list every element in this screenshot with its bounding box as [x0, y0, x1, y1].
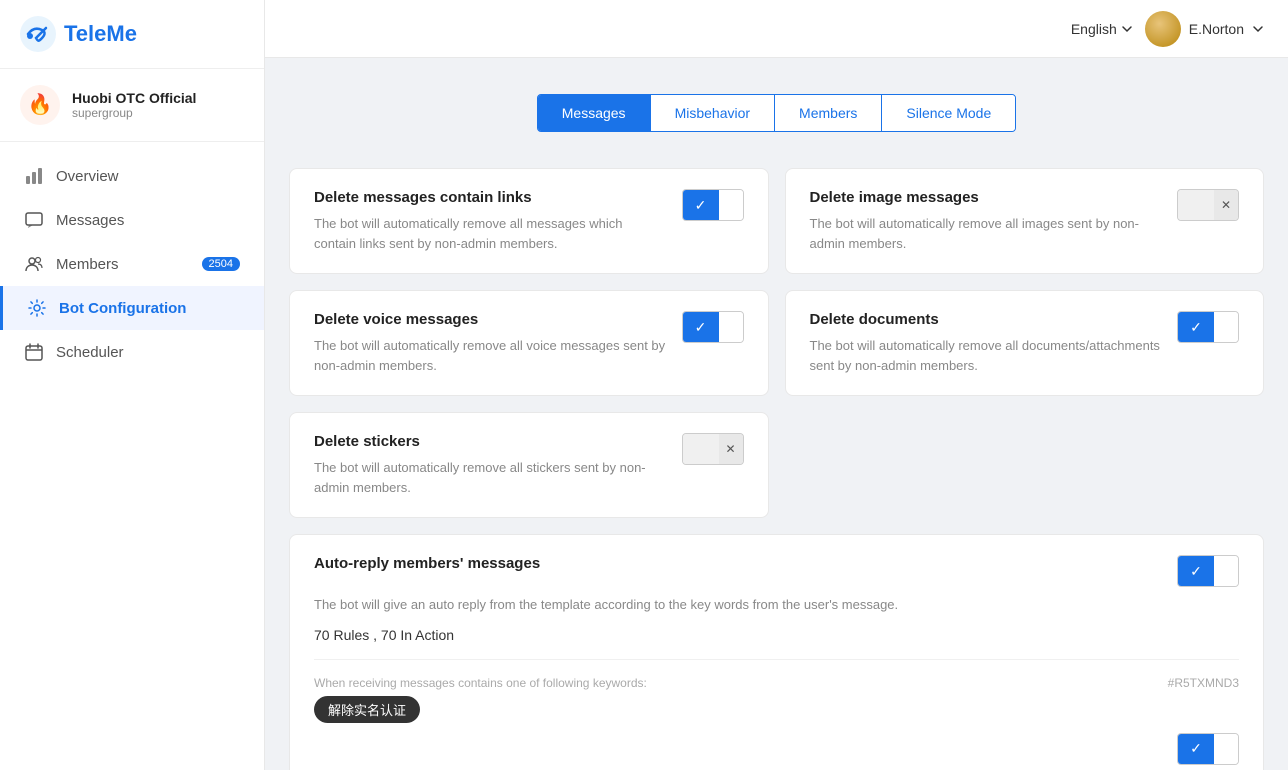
card-delete-documents-text: Delete documents The bot will automatica… [810, 311, 1162, 375]
cards-grid: Delete messages contain links The bot wi… [289, 168, 1264, 396]
toggle-x-icon[interactable]: ✕ [719, 433, 743, 465]
sidebar-item-members[interactable]: Members 2504 [0, 242, 264, 286]
logo-area: TeleMe [0, 0, 264, 69]
card-delete-voice: Delete voice messages The bot will autom… [289, 290, 769, 396]
group-icon: 🔥 [20, 85, 60, 125]
auto-reply-header: Auto-reply members' messages ✓ [314, 555, 1239, 587]
card-delete-images-text: Delete image messages The bot will autom… [810, 189, 1162, 253]
card-delete-voice-title: Delete voice messages [314, 311, 666, 328]
group-type: supergroup [72, 106, 196, 120]
card-delete-voice-desc: The bot will automatically remove all vo… [314, 336, 666, 375]
calendar-icon [24, 342, 44, 362]
toggle-delete-stickers[interactable]: ✕ [682, 433, 744, 465]
overview-label: Overview [56, 168, 119, 185]
toggle-x-icon[interactable] [719, 311, 743, 343]
toggle-delete-voice[interactable]: ✓ [682, 311, 744, 343]
toggle-check-icon[interactable]: ✓ [1178, 733, 1214, 765]
toggle-delete-links[interactable]: ✓ [682, 189, 744, 221]
rule-item: When receiving messages contains one of … [314, 659, 1239, 770]
group-info: 🔥 Huobi OTC Official supergroup [0, 69, 264, 142]
toggle-x-icon[interactable] [1214, 555, 1238, 587]
sidebar-item-bot-configuration[interactable]: Bot Configuration [0, 286, 264, 330]
chart-icon [24, 166, 44, 186]
language-label: English [1071, 21, 1117, 37]
card-delete-documents-title: Delete documents [810, 311, 1162, 328]
card-delete-voice-text: Delete voice messages The bot will autom… [314, 311, 666, 375]
toggle-check-icon[interactable]: ✓ [1178, 311, 1214, 343]
tab-messages[interactable]: Messages [538, 95, 651, 131]
card-delete-links-title: Delete messages contain links [314, 189, 666, 206]
gear-icon [27, 298, 47, 318]
auto-reply-desc: The bot will give an auto reply from the… [314, 595, 1239, 615]
group-details: Huobi OTC Official supergroup [72, 90, 196, 120]
auto-reply-title: Auto-reply members' messages [314, 555, 540, 572]
keyword-label: When receiving messages contains one of … [314, 676, 647, 690]
toggle-delete-documents[interactable]: ✓ [1177, 311, 1239, 343]
rule-toggle-row: ✓ [314, 733, 1239, 770]
card-delete-stickers-text: Delete stickers The bot will automatical… [314, 433, 666, 497]
members-label: Members [56, 256, 119, 273]
messages-label: Messages [56, 212, 124, 229]
card-delete-stickers: Delete stickers The bot will automatical… [289, 412, 769, 518]
toggle-check-icon[interactable] [1178, 189, 1214, 221]
tab-misbehavior[interactable]: Misbehavior [651, 95, 775, 131]
card-delete-images-title: Delete image messages [810, 189, 1162, 206]
sidebar-item-messages[interactable]: Messages [0, 198, 264, 242]
sidebar-item-overview[interactable]: Overview [0, 154, 264, 198]
card-delete-stickers-title: Delete stickers [314, 433, 666, 450]
auto-reply-title-area: Auto-reply members' messages [314, 555, 540, 572]
lang-chevron-down-icon [1121, 23, 1133, 35]
card-delete-links-desc: The bot will automatically remove all me… [314, 214, 666, 253]
card-auto-reply: Auto-reply members' messages ✓ The bot w… [289, 534, 1264, 770]
bot-config-label: Bot Configuration [59, 300, 186, 317]
card-delete-links: Delete messages contain links The bot wi… [289, 168, 769, 274]
toggle-delete-images[interactable]: ✕ [1177, 189, 1239, 221]
keyword-tag: 解除实名认证 [314, 696, 420, 723]
toggle-x-icon[interactable]: ✕ [1214, 189, 1238, 221]
avatar [1145, 11, 1181, 47]
group-name: Huobi OTC Official [72, 90, 196, 106]
content-area: Messages Misbehavior Members Silence Mod… [265, 58, 1288, 770]
rules-count: 70 Rules , 70 In Action [314, 627, 1239, 643]
rule-item-header: When receiving messages contains one of … [314, 676, 1239, 690]
toggle-rule[interactable]: ✓ [1177, 733, 1239, 765]
main-content: English E.Norton Messages [265, 0, 1288, 770]
tab-silence-mode[interactable]: Silence Mode [882, 95, 1015, 131]
tabs-container: Messages Misbehavior Members Silence Mod… [537, 94, 1016, 132]
toggle-x-icon[interactable] [1214, 311, 1238, 343]
user-chevron-down-icon [1252, 23, 1264, 35]
card-delete-stickers-desc: The bot will automatically remove all st… [314, 458, 666, 497]
nav-menu: Overview Messages [0, 142, 264, 770]
header-right: English E.Norton [1071, 11, 1264, 47]
people-icon [24, 254, 44, 274]
user-info[interactable]: E.Norton [1145, 11, 1264, 47]
card-delete-documents-desc: The bot will automatically remove all do… [810, 336, 1162, 375]
sidebar: TeleMe 🔥 Huobi OTC Official supergroup [0, 0, 265, 770]
tabs-wrapper: Messages Misbehavior Members Silence Mod… [289, 78, 1264, 168]
language-selector[interactable]: English [1071, 21, 1133, 37]
scheduler-label: Scheduler [56, 344, 124, 361]
tab-members[interactable]: Members [775, 95, 882, 131]
user-name: E.Norton [1189, 21, 1244, 37]
message-icon [24, 210, 44, 230]
rule-id: #R5TXMND3 [1168, 676, 1239, 690]
toggle-x-icon[interactable] [719, 189, 743, 221]
card-delete-documents: Delete documents The bot will automatica… [785, 290, 1265, 396]
card-delete-links-text: Delete messages contain links The bot wi… [314, 189, 666, 253]
card-delete-images: Delete image messages The bot will autom… [785, 168, 1265, 274]
toggle-check-icon[interactable]: ✓ [1178, 555, 1214, 587]
toggle-check-icon[interactable]: ✓ [683, 189, 719, 221]
members-badge: 2504 [202, 257, 240, 271]
stickers-row: Delete stickers The bot will automatical… [289, 412, 1264, 518]
toggle-x-icon[interactable] [1214, 733, 1238, 765]
card-delete-images-desc: The bot will automatically remove all im… [810, 214, 1162, 253]
toggle-auto-reply[interactable]: ✓ [1177, 555, 1239, 587]
sidebar-item-scheduler[interactable]: Scheduler [0, 330, 264, 374]
header: English E.Norton [265, 0, 1288, 58]
toggle-check-icon[interactable] [683, 433, 719, 465]
toggle-check-icon[interactable]: ✓ [683, 311, 719, 343]
logo-text: TeleMe [64, 21, 137, 47]
teleme-logo-icon [20, 16, 56, 52]
svg-text:🔥: 🔥 [28, 92, 53, 116]
